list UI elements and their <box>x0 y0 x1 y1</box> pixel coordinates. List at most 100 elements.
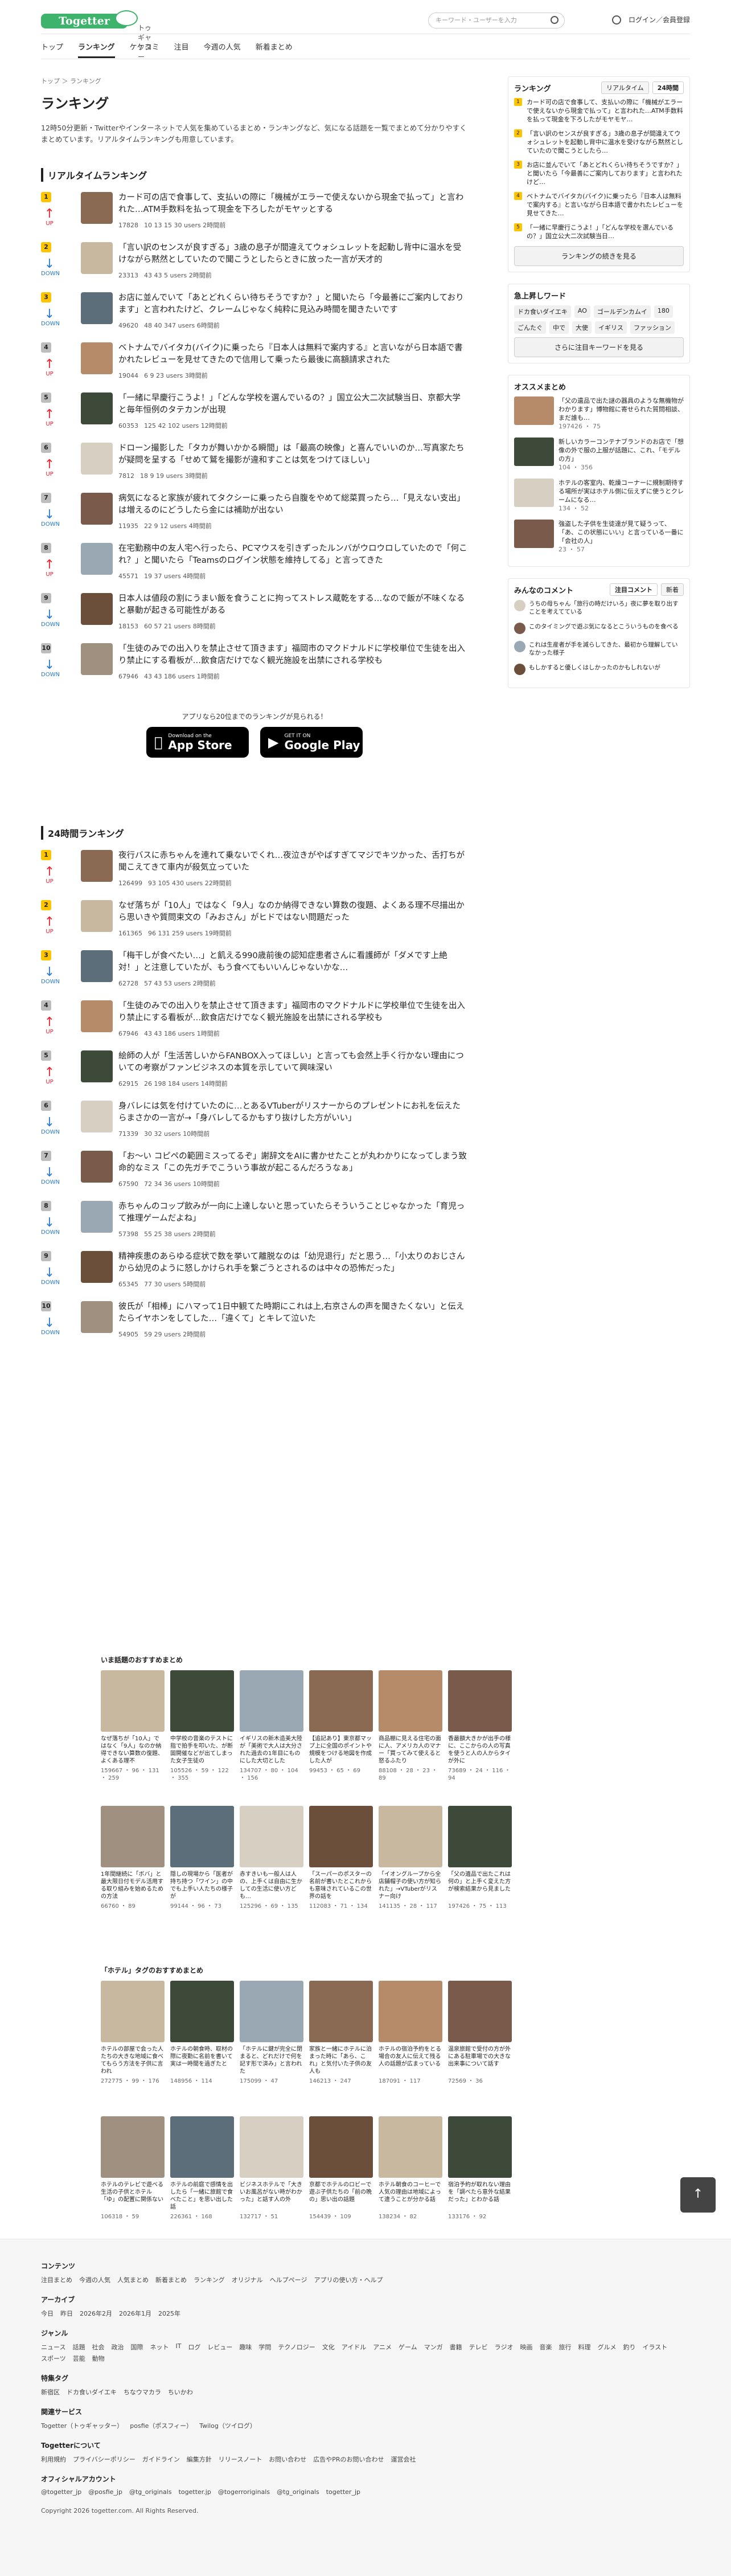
footer-link[interactable]: 文化 <box>322 2342 335 2352</box>
thumbnail[interactable] <box>81 850 113 882</box>
grid-card[interactable]: ホテル朝食のコーヒーで人気の理由は地域によって違うことが分かる話 138234 ・… <box>379 2116 442 2246</box>
ranking-title[interactable]: なぜ落ちが「10人」ではなく「9人」なのか納得できない算数の復題、よくある理不尽… <box>118 900 468 925</box>
footer-link[interactable]: 趣味 <box>239 2342 252 2352</box>
footer-link[interactable]: アプリの使い方・ヘルプ <box>314 2275 383 2284</box>
keyword-chip[interactable]: AO <box>574 305 590 318</box>
footer-link[interactable]: ラジオ <box>495 2342 514 2352</box>
comment-item[interactable]: うちの母ちゃん「旅行の時だけいろ」夜に夢を取り出すことを考えてている <box>514 600 684 616</box>
thumbnail[interactable] <box>81 292 113 324</box>
tab-24h[interactable]: 24時間 <box>652 81 684 94</box>
thumbnail[interactable] <box>81 1050 113 1082</box>
footer-link[interactable]: プライバシーポリシー <box>73 2455 135 2464</box>
grid-card[interactable]: ホテルの部屋で会った人たちの大きな地域に食べてもらう方法を子供に言われ 27277… <box>101 1981 165 2111</box>
ranking-row[interactable]: 5 ↑ UP 「一緒に早慶行こうよ！」「どんな学校を選んでいるの？」国立公大二次試験当… <box>41 392 468 443</box>
keyword-chip[interactable]: 大使 <box>572 321 592 334</box>
side-ranking-item[interactable]: 2 「言い訳のセンスが良すぎる」3歳の息子が間違えてウォシュレットを起動し背中に温… <box>514 129 684 155</box>
comment-item[interactable]: もしかすると優しくはしかったのかもしれないが <box>514 664 684 675</box>
grid-card[interactable]: 「スーパーのポスターの名前が書いたとこれからも意味されているこの世界の話を 112… <box>309 1806 373 1936</box>
footer-link[interactable]: posfie（ポスフィー） <box>130 2421 192 2430</box>
footer-link[interactable]: マンガ <box>424 2342 443 2352</box>
footer-link[interactable]: Togetter（トゥギャッター） <box>41 2421 123 2430</box>
side-ranking-item[interactable]: 4 ベトナムでバイタカ(バイク)に乗ったら『日本人は無料で案内する』と言いながら日… <box>514 192 684 218</box>
footer-link[interactable]: 注目まとめ <box>41 2275 72 2284</box>
tab-new-comments[interactable]: 新着 <box>661 583 684 596</box>
grid-card[interactable]: 家族と一緒にホテルに泊まった時に「あら、これ」と気付いた子供の友人も 146213… <box>309 1981 373 2111</box>
ranking-row[interactable]: 10 ↓ DOWN 彼氏が「相棒」にハマって1日中観てた時期にこれは上,右京さんの声を… <box>41 1301 468 1351</box>
ranking-title[interactable]: 身バレには気を付けていたのに…とあるVTuberがリスナーからのプレゼントにお礼… <box>118 1101 468 1126</box>
footer-link[interactable]: 運営会社 <box>391 2455 416 2464</box>
grid-card[interactable]: 「イオングループから全店舗帽子の使い方が知られた」→VTuberがリスナー向け 1… <box>379 1806 442 1936</box>
appstore-button[interactable]: Download on theApp Store <box>146 727 249 758</box>
footer-link[interactable]: 音楽 <box>539 2342 552 2352</box>
grid-card[interactable]: 商品棚に見える住宅の面に人、アメリカ人のマナー「買ってみて使えると怒るふたり 88… <box>379 1670 442 1800</box>
footer-link[interactable]: 広告やPRのお問い合わせ <box>313 2455 384 2464</box>
ranking-title[interactable]: 病気になると家族が疲れてタクシーに乗ったら自腹をやめて総菜買ったら…「見えない支… <box>118 493 468 518</box>
ranking-row[interactable]: 6 ↑ UP ドローン撮影した「タカが舞いかかる瞬間」は「最高の映像」と喜んでいいのか… <box>41 443 468 493</box>
footer-link[interactable]: 話題 <box>72 2342 85 2352</box>
recommend-item[interactable]: ホテルの客室内、乾燥コーナーに規制期待する場所が実はホテル側に伝えずに使うとクレ… <box>514 479 684 513</box>
keyword-chip[interactable]: ファッション <box>630 321 675 334</box>
grid-card[interactable]: ホテルの朝食時、取材の際に夜勤に名前を書いて実は一時間を過ぎたと 148956 ・… <box>170 1981 234 2111</box>
tab-realtime[interactable]: リアルタイム <box>601 81 649 94</box>
footer-link[interactable]: @togetter_jp <box>41 2488 81 2496</box>
ranking-title[interactable]: 絵師の人が「生活苦しいからFANBOX入ってほしい」と言っても会然上手く行かない… <box>118 1050 468 1076</box>
breadcrumb[interactable]: トップ ＞ ランキング <box>41 76 468 85</box>
footer-link[interactable]: 学問 <box>258 2342 271 2352</box>
footer-link[interactable]: 2026年2月 <box>80 2309 112 2318</box>
footer-link[interactable]: 昨日 <box>60 2309 73 2318</box>
footer-link[interactable]: リリースノート <box>219 2455 262 2464</box>
ranking-row[interactable]: 8 ↓ DOWN 赤ちゃんのコップ飲みが一向に上達しないと思っていたらそういうことじゃ… <box>41 1201 468 1251</box>
comment-item[interactable]: このタイミングで遊ぶ気になるとこういうものを食べる <box>514 623 684 634</box>
thumbnail[interactable] <box>81 242 113 274</box>
keyword-chip[interactable]: 中で <box>549 321 569 334</box>
ranking-row[interactable]: 4 ↑ UP 「生徒のみでの出入りを禁止させて頂きます」福岡市のマクドナルドに学校単位… <box>41 1000 468 1050</box>
thumbnail[interactable] <box>81 192 113 224</box>
footer-link[interactable]: アニメ <box>373 2342 392 2352</box>
footer-link[interactable]: 利用規約 <box>41 2455 66 2464</box>
footer-link[interactable]: @tg_originals <box>129 2488 172 2496</box>
footer-link[interactable]: スポーツ <box>41 2354 66 2363</box>
recommend-item[interactable]: 「父の遺品で出た謎の器具のような無機物がわかります」博物館に寄せられた質問相談、… <box>514 396 684 431</box>
ranking-row[interactable]: 10 ↓ DOWN 「生徒のみでの出入りを禁止させて頂きます」福岡市のマクドナルドに学… <box>41 643 468 693</box>
ranking-row[interactable]: 9 ↓ DOWN 精神疾患のあらゆる症状で数を挙いて離脱なのは「幼児退行」だと思う…「… <box>41 1251 468 1301</box>
googleplay-button[interactable]: ▶ GET IT ON Google Play <box>260 727 363 758</box>
footer-link[interactable]: 新宿区 <box>41 2387 60 2397</box>
ranking-row[interactable]: 9 ↓ DOWN 日本人は値段の割にうまい飯を食うことに拘ってストレス蔵乾をする…なの… <box>41 593 468 643</box>
footer-link[interactable]: 政治 <box>111 2342 124 2352</box>
grid-card[interactable]: ビジネスホテルで「大きいお風呂がない時がわかった」と話す人の外 132717 ・ … <box>240 2116 303 2246</box>
footer-link[interactable]: @togerroriginals <box>218 2488 270 2496</box>
footer-link[interactable]: 書籍 <box>450 2342 462 2352</box>
footer-link[interactable]: @tg_originals <box>277 2488 319 2496</box>
grid-card[interactable]: ホテルのテレビで遊べる生活の子供とホテル「ゆ」の配置に関係ない 106318 ・ … <box>101 2116 165 2246</box>
ranking-title[interactable]: お店に並んでいて「あとどれくらい待ちそうですか？」と聞いたら「今最善にご案内して… <box>118 292 468 317</box>
side-ranking-item[interactable]: 1 カード可の店で食事して、支払いの際に「機械がエラーで使えないから現金で払って」… <box>514 98 684 124</box>
footer-link[interactable]: レビュー <box>207 2342 232 2352</box>
footer-link[interactable]: togetter.jp <box>179 2488 211 2496</box>
footer-link[interactable]: ネット <box>150 2342 169 2352</box>
keyword-chip[interactable]: 180 <box>654 305 673 318</box>
ranking-more-button[interactable]: ランキングの続きを見る <box>514 246 684 266</box>
ranking-title[interactable]: 赤ちゃんのコップ飲みが一向に上達しないと思っていたらそういうことじゃなかった「育… <box>118 1201 468 1226</box>
grid-card[interactable]: 宿泊予約が取れない理由を「調べたら意外な結果だった」とわかる話 133176 ・ … <box>448 2116 512 2246</box>
thumbnail[interactable] <box>81 543 113 575</box>
ranking-title[interactable]: 彼氏が「相棒」にハマって1日中観てた時期にこれは上,右京さんの声を聞きたくない」… <box>118 1301 468 1326</box>
ranking-title[interactable]: 「一緒に早慶行こうよ！」「どんな学校を選んでいるの？」国立公大二次試験当日、京都… <box>118 392 468 418</box>
ranking-row[interactable]: 1 ↑ UP カード可の店で食事して、支払いの際に「機械がエラーで使えないから現金で払… <box>41 192 468 242</box>
footer-link[interactable]: @posfie_jp <box>88 2488 122 2496</box>
footer-link[interactable]: グルメ <box>597 2342 616 2352</box>
footer-link[interactable]: 国際 <box>130 2342 143 2352</box>
side-ranking-item[interactable]: 3 お店に並んでいて「あとどれくらい待ちそうですか？」と聞いたら「今最善にご案内し… <box>514 161 684 186</box>
thumbnail[interactable] <box>81 593 113 625</box>
ranking-row[interactable]: 8 ↑ UP 在宅勤務中の友人宅へ行ったら、PCマウスを引きずったルンバがウロウロして… <box>41 543 468 593</box>
keyword-chip[interactable]: イギリス <box>595 321 627 334</box>
thumbnail[interactable] <box>81 443 113 475</box>
thumbnail[interactable] <box>81 643 113 675</box>
ranking-row[interactable]: 2 ↑ UP なぜ落ちが「10人」ではなく「9人」なのか納得できない算数の復題、よくあ… <box>41 900 468 950</box>
ranking-row[interactable]: 1 ↑ UP 夜行バスに赤ちゃんを連れて乗ないでくれ…夜泣きがやばすぎてマジでキツかっ… <box>41 850 468 900</box>
footer-link[interactable]: 今日 <box>41 2309 54 2318</box>
footer-link[interactable]: 今週の人気 <box>79 2275 110 2284</box>
footer-link[interactable]: お問い合わせ <box>269 2455 306 2464</box>
grid-card[interactable]: 【追記あり】東京都マップ上に全国のポイントや規模をつける地図を作成した人が 994… <box>309 1670 373 1800</box>
thumbnail[interactable] <box>81 1101 113 1132</box>
footer-link[interactable]: ゲーム <box>399 2342 417 2352</box>
